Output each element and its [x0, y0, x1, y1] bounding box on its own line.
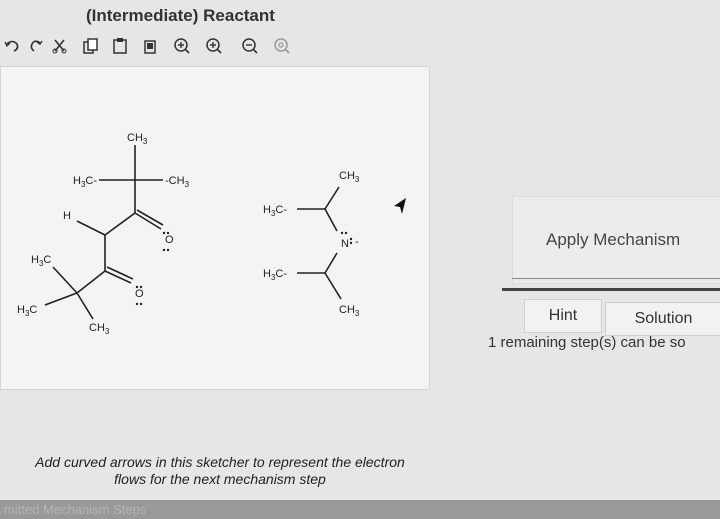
label-h3c-right-bottom: H3C- [263, 268, 287, 282]
zoom-out-icon[interactable] [238, 34, 262, 58]
label-h3c-right-top: H3C- [263, 204, 287, 218]
mouse-cursor-icon [392, 196, 410, 221]
label-n: N [341, 238, 349, 250]
right-molecule-bonds [297, 186, 342, 300]
solution-button[interactable]: Solution [605, 302, 720, 336]
copy-icon[interactable] [78, 34, 102, 58]
instructions: Add curved arrows in this sketcher to re… [0, 454, 440, 488]
right-molecule-labels: CH3 H3C- N - H3C- CH3 [263, 170, 360, 318]
zoom-in-plus-icon[interactable] [202, 34, 226, 58]
label-h: H [63, 210, 71, 222]
delete-icon[interactable] [138, 34, 162, 58]
remaining-steps-text: 1 remaining step(s) can be so [488, 334, 686, 351]
label-h3c-bottom: H3C [17, 304, 37, 318]
divider [512, 278, 720, 279]
paste-icon[interactable] [108, 34, 132, 58]
label-ch3-bottom: CH3 [89, 322, 110, 336]
label-h3c-mid: H3C- [73, 175, 97, 189]
sketcher-canvas[interactable]: CH3 H3C- -CH3 H H3C H3C CH3 O O CH3 H3C-… [0, 66, 430, 390]
label-minus: - [355, 236, 359, 248]
label-o1: O [165, 234, 174, 246]
sketcher-toolbar [0, 34, 320, 60]
page-title: (Intermediate) Reactant [86, 6, 275, 25]
instructions-line-1: Add curved arrows in this sketcher to re… [35, 454, 405, 470]
apply-mechanism-button[interactable]: Apply Mechanism [546, 230, 680, 250]
label-o2: O [135, 288, 144, 300]
label-ch3-top: CH3 [127, 132, 148, 146]
redo-icon[interactable] [24, 34, 48, 58]
divider-thick [502, 288, 720, 291]
zoom-in-icon[interactable] [170, 34, 194, 58]
instructions-line-2: flows for the next mechanism step [114, 471, 326, 487]
label-ch3-mid: -CH3 [165, 175, 190, 189]
left-molecule-bonds [44, 145, 164, 320]
submitted-steps-label: mitted Mechanism Steps [4, 502, 147, 517]
cut-icon[interactable] [48, 34, 72, 58]
label-h3c-left: H3C [31, 254, 51, 268]
submitted-steps-bar[interactable]: mitted Mechanism Steps [0, 500, 720, 519]
hint-button[interactable]: Hint [524, 299, 602, 333]
undo-icon[interactable] [0, 34, 24, 58]
label-ch3-right-top: CH3 [339, 170, 360, 184]
zoom-fit-icon[interactable] [270, 34, 294, 58]
label-ch3-right-bottom: CH3 [339, 304, 360, 318]
